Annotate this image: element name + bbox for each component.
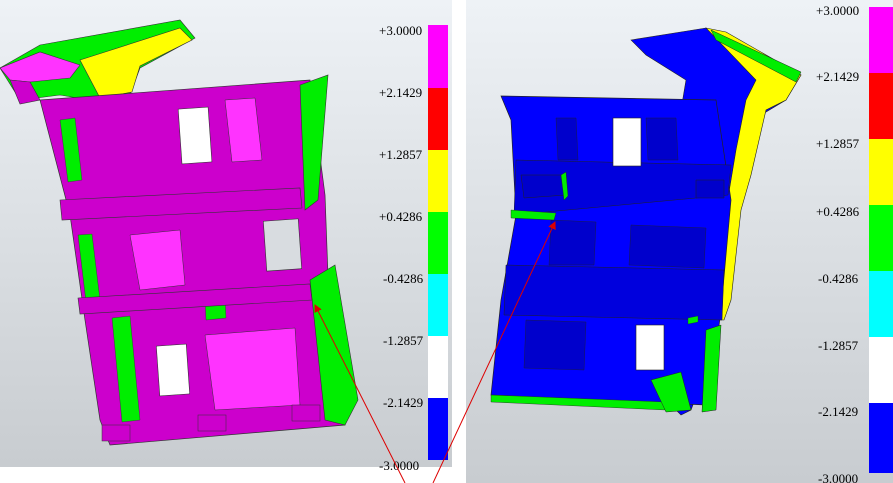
arrow-to-right-model bbox=[432, 221, 556, 483]
arrow-to-left-model bbox=[314, 304, 406, 483]
annotation-arrows bbox=[314, 221, 556, 483]
